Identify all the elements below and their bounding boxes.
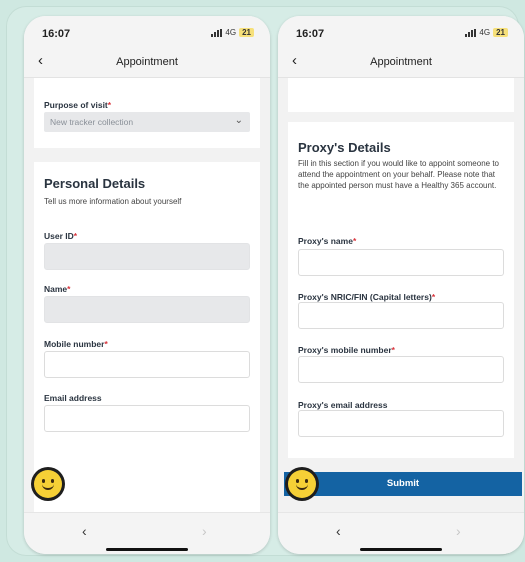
proxy-nric-label: Proxy's NRIC/FIN (Capital letters)* <box>298 292 436 302</box>
submit-button[interactable]: Submit <box>284 472 522 496</box>
page-title: Appointment <box>370 56 432 68</box>
name-field[interactable] <box>44 296 250 323</box>
battery-icon: 21 <box>493 28 508 37</box>
email-label: Email address <box>44 393 102 403</box>
nav-bar: ‹ Appointment <box>24 46 270 78</box>
name-label: Name* <box>44 284 71 294</box>
status-bar: 16:07 4G 21 <box>24 16 270 46</box>
purpose-card: Purpose of visit* New tracker collection… <box>34 78 260 148</box>
mobile-label: Mobile number* <box>44 339 108 349</box>
user-id-label: User ID* <box>44 231 78 241</box>
signal-indicator: 4G 21 <box>211 28 254 37</box>
home-indicator[interactable] <box>360 548 442 551</box>
proxy-email-label: Proxy's email address <box>298 400 388 410</box>
proxy-name-label: Proxy's name* <box>298 236 357 246</box>
proxy-details-card: Proxy's Details Fill in this section if … <box>288 122 514 458</box>
network-type: 4G <box>225 28 237 37</box>
browser-back-icon[interactable]: ‹ <box>336 523 341 539</box>
smiley-chat-icon[interactable] <box>34 470 62 498</box>
right-phone-screen: 16:07 4G 21 ‹ Appointment Proxy's Detail… <box>278 16 524 554</box>
proxy-details-description: Fill in this section if you would like t… <box>298 159 499 190</box>
smiley-chat-icon[interactable] <box>288 470 316 498</box>
chevron-down-icon: ⌄ <box>234 115 243 126</box>
signal-indicator: 4G 21 <box>465 28 508 37</box>
email-field[interactable] <box>44 405 250 432</box>
user-id-field[interactable] <box>44 243 250 270</box>
home-indicator[interactable] <box>106 548 188 551</box>
form-content[interactable]: Proxy's Details Fill in this section if … <box>278 78 524 512</box>
browser-forward-icon[interactable]: › <box>202 523 207 539</box>
status-bar: 16:07 4G 21 <box>278 16 524 46</box>
battery-icon: 21 <box>239 28 254 37</box>
proxy-name-field[interactable] <box>298 249 504 276</box>
browser-bottom-bar: ‹ › <box>24 512 270 554</box>
browser-back-icon[interactable]: ‹ <box>82 523 87 539</box>
form-content[interactable]: Purpose of visit* New tracker collection… <box>24 78 270 512</box>
proxy-mobile-field[interactable] <box>298 356 504 383</box>
network-type: 4G <box>479 28 491 37</box>
previous-card-end <box>288 78 514 112</box>
signal-bars-icon <box>211 28 223 37</box>
nav-bar: ‹ Appointment <box>278 46 524 78</box>
personal-details-subtitle: Tell us more information about yourself <box>44 197 182 206</box>
status-time: 16:07 <box>296 28 325 40</box>
browser-bottom-bar: ‹ › <box>278 512 524 554</box>
purpose-label: Purpose of visit* <box>44 100 112 110</box>
mobile-field[interactable] <box>44 351 250 378</box>
purpose-select[interactable]: New tracker collection ⌄ <box>44 112 250 132</box>
browser-forward-icon[interactable]: › <box>456 523 461 539</box>
status-time: 16:07 <box>42 28 71 40</box>
left-phone-screen: 16:07 4G 21 ‹ Appointment Purpose of vis… <box>24 16 270 554</box>
personal-details-title: Personal Details <box>44 176 146 191</box>
purpose-value: New tracker collection <box>50 117 134 127</box>
page-title: Appointment <box>116 56 178 68</box>
proxy-mobile-label: Proxy's mobile number* <box>298 345 395 355</box>
proxy-details-title: Proxy's Details <box>298 140 391 155</box>
personal-details-card: Personal Details Tell us more informatio… <box>34 162 260 512</box>
proxy-nric-field[interactable] <box>298 302 504 329</box>
signal-bars-icon <box>465 28 477 37</box>
proxy-email-field[interactable] <box>298 410 504 437</box>
